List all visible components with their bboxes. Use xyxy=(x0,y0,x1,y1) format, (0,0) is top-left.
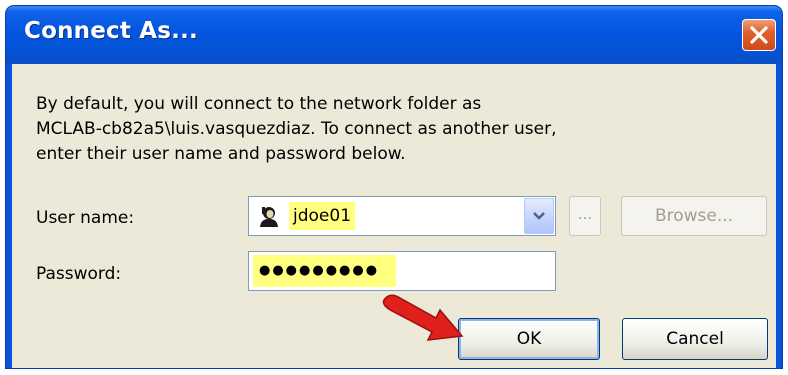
password-value[interactable]: ●●●●●●●●● xyxy=(253,255,396,287)
close-icon xyxy=(750,26,768,44)
connect-as-dialog: Connect As... By default, you will conne… xyxy=(6,6,782,368)
ellipsis-button[interactable]: ... xyxy=(569,196,601,236)
description-text: By default, you will connect to the netw… xyxy=(36,92,596,167)
red-arrow-icon xyxy=(382,294,464,341)
password-field[interactable]: ●●●●●●●●● xyxy=(248,251,556,291)
description-line: MCLAB-cb82a5\luis.vasquezdiaz. To connec… xyxy=(36,119,557,139)
title-bar[interactable]: Connect As... xyxy=(6,6,782,64)
description-line: enter their user name and password below… xyxy=(36,144,406,164)
chevron-down-icon xyxy=(533,212,545,220)
close-button[interactable] xyxy=(742,19,776,51)
description-line: By default, you will connect to the netw… xyxy=(36,94,482,114)
password-label: Password: xyxy=(36,264,122,284)
browse-button[interactable]: Browse... xyxy=(621,196,767,236)
ok-button[interactable]: OK xyxy=(458,318,600,360)
username-value[interactable]: jdoe01 xyxy=(289,202,356,230)
dialog-body: By default, you will connect to the netw… xyxy=(12,64,776,368)
user-icon xyxy=(258,205,280,227)
cancel-button[interactable]: Cancel xyxy=(622,318,768,360)
username-combobox[interactable]: jdoe01 xyxy=(248,196,556,236)
dialog-title: Connect As... xyxy=(24,18,198,44)
username-dropdown-button[interactable] xyxy=(524,198,554,234)
username-label: User name: xyxy=(36,208,135,228)
